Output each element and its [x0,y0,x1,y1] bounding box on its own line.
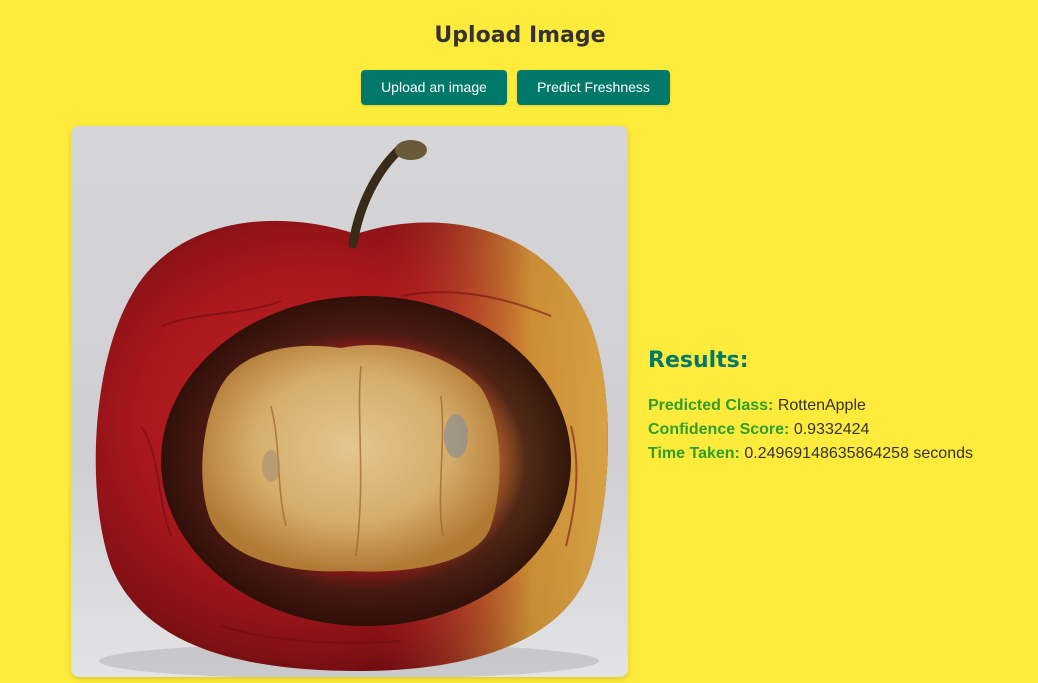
predicted-class-value: RottenApple [777,397,866,414]
rotten-flesh [202,345,500,572]
time-taken-value: 0.24969148635864258 seconds [744,445,973,462]
page-title: Upload Image [434,23,606,48]
predicted-class-row: Predicted Class: RottenApple [648,394,1028,418]
page: Upload Image Upload an image Predict Fre… [0,0,1038,683]
predicted-class-label: Predicted Class: [648,397,774,414]
results-panel: Results: Predicted Class: RottenApple Co… [648,346,1028,466]
predict-freshness-button[interactable]: Predict Freshness [517,70,670,105]
confidence-label: Confidence Score: [648,421,790,438]
uploaded-image-preview [71,126,628,677]
time-taken-row: Time Taken: 0.24969148635864258 seconds [648,442,1028,466]
upload-image-button[interactable]: Upload an image [361,70,507,105]
results-heading: Results: [648,348,749,373]
rotten-apple-image [95,140,608,677]
time-taken-label: Time Taken: [648,445,740,462]
confidence-value: 0.9332424 [793,421,870,438]
confidence-row: Confidence Score: 0.9332424 [648,418,1028,442]
